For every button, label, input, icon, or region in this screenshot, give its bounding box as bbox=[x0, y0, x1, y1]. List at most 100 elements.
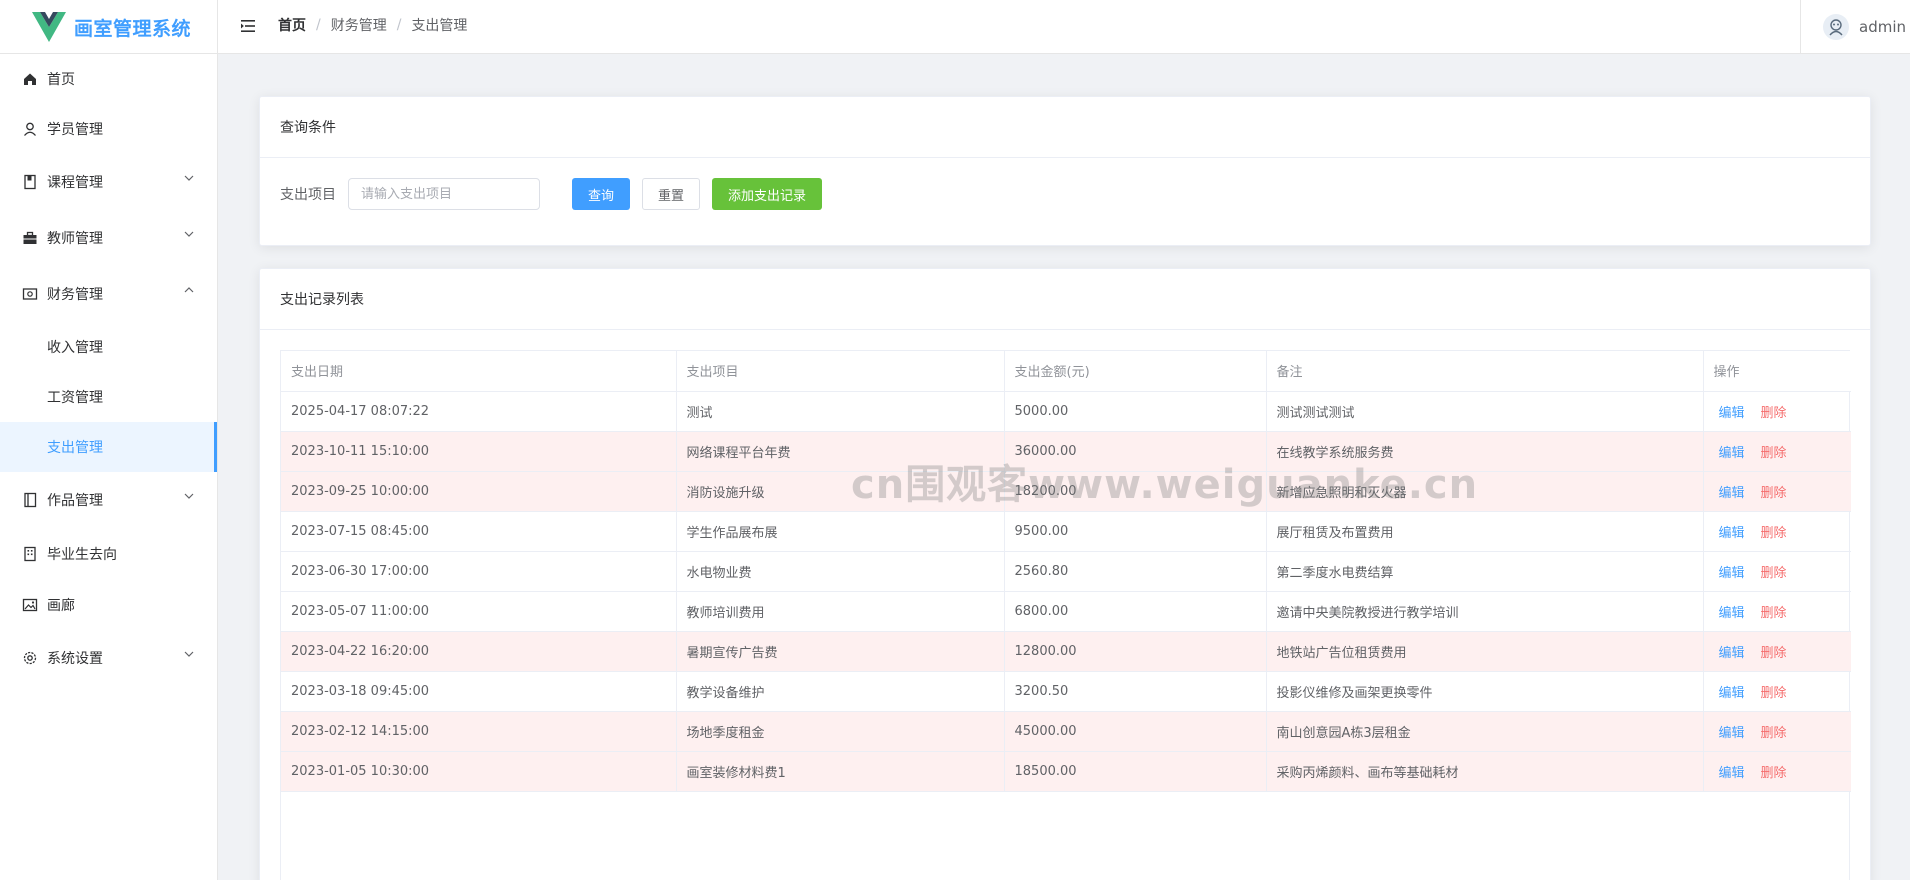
table-row: 2023-10-11 15:10:00 网络课程平台年费 36000.00 在线教学系… bbox=[281, 431, 1851, 472]
query-card-title: 查询条件 bbox=[260, 97, 1870, 158]
delete-button[interactable]: 删除 bbox=[1761, 646, 1787, 661]
table-row: 2023-04-22 16:20:00 暑期宣传广告费 12800.00 地铁站广告位… bbox=[281, 631, 1851, 672]
sidebar-item-finance[interactable]: 财务管理 bbox=[0, 266, 217, 322]
expense-item-input[interactable] bbox=[348, 178, 540, 210]
table-row: 2023-03-18 09:45:00 教学设备维护 3200.50 投影仪维修及画架… bbox=[281, 671, 1851, 712]
cell-date: 2023-09-25 10:00:00 bbox=[281, 471, 677, 512]
cell-item: 消防设施升级 bbox=[676, 471, 1005, 512]
sidebar-item-label: 支出管理 bbox=[47, 440, 103, 456]
cell-date: 2023-01-05 10:30:00 bbox=[281, 751, 677, 792]
cell-item: 学生作品展布展 bbox=[676, 511, 1005, 552]
table-row: 2023-01-05 10:30:00 画室装修材料费1 18500.00 采购丙烯颜… bbox=[281, 751, 1851, 792]
cell-actions: 编辑 删除 bbox=[1703, 511, 1851, 552]
cell-actions: 编辑 删除 bbox=[1703, 391, 1851, 432]
sidebar-item-graduates[interactable]: 毕业生去向 bbox=[0, 528, 217, 580]
edit-button[interactable]: 编辑 bbox=[1719, 726, 1745, 741]
sidebar-item-teachers[interactable]: 教师管理 bbox=[0, 210, 217, 266]
sidebar-item-label: 财务管理 bbox=[47, 287, 103, 303]
delete-button[interactable]: 删除 bbox=[1761, 686, 1787, 701]
avatar[interactable] bbox=[1823, 14, 1849, 40]
sidebar-item-label: 作品管理 bbox=[47, 493, 103, 509]
edit-button[interactable]: 编辑 bbox=[1719, 526, 1745, 541]
edit-button[interactable]: 编辑 bbox=[1719, 686, 1745, 701]
sidebar-item-students[interactable]: 学员管理 bbox=[0, 104, 217, 154]
sidebar-item-settings[interactable]: 系统设置 bbox=[0, 630, 217, 686]
cell-note: 在线教学系统服务费 bbox=[1266, 431, 1704, 472]
edit-button[interactable]: 编辑 bbox=[1719, 766, 1745, 781]
menu-toggle-icon[interactable] bbox=[238, 16, 258, 36]
chevron-down-icon bbox=[184, 651, 194, 657]
delete-button[interactable]: 删除 bbox=[1761, 766, 1787, 781]
edit-button[interactable]: 编辑 bbox=[1719, 446, 1745, 461]
home-icon bbox=[22, 71, 38, 87]
sidebar-item-works[interactable]: 作品管理 bbox=[0, 472, 217, 528]
cell-amount: 5000.00 bbox=[1004, 391, 1267, 432]
sidebar-item-label: 学员管理 bbox=[47, 122, 103, 138]
user-menu[interactable]: admin bbox=[1800, 0, 1910, 54]
cell-amount: 9500.00 bbox=[1004, 511, 1267, 552]
user-icon bbox=[22, 121, 38, 137]
column-header-date: 支出日期 bbox=[281, 351, 677, 392]
column-header-item: 支出项目 bbox=[676, 351, 1005, 392]
breadcrumb-separator: / bbox=[316, 17, 321, 33]
table-row: 2023-07-15 08:45:00 学生作品展布展 9500.00 展厅租赁及布置… bbox=[281, 511, 1851, 552]
cell-amount: 3200.50 bbox=[1004, 671, 1267, 712]
edit-button[interactable]: 编辑 bbox=[1719, 566, 1745, 581]
cell-note: 邀请中央美院教授进行教学培训 bbox=[1266, 591, 1704, 632]
sidebar-item-home[interactable]: 首页 bbox=[0, 54, 217, 104]
delete-button[interactable]: 删除 bbox=[1761, 526, 1787, 541]
cell-date: 2023-06-30 17:00:00 bbox=[281, 551, 677, 592]
cell-note: 新增应急照明和灭火器 bbox=[1266, 471, 1704, 512]
delete-button[interactable]: 删除 bbox=[1761, 446, 1787, 461]
cell-item: 画室装修材料费1 bbox=[676, 751, 1005, 792]
chevron-down-icon bbox=[184, 231, 194, 237]
edit-button[interactable]: 编辑 bbox=[1719, 406, 1745, 421]
cell-actions: 编辑 删除 bbox=[1703, 471, 1851, 512]
username[interactable]: admin bbox=[1859, 18, 1906, 36]
cell-actions: 编辑 删除 bbox=[1703, 751, 1851, 792]
edit-button[interactable]: 编辑 bbox=[1719, 606, 1745, 621]
cell-item: 测试 bbox=[676, 391, 1005, 432]
edit-button[interactable]: 编辑 bbox=[1719, 486, 1745, 501]
cell-note: 展厅租赁及布置费用 bbox=[1266, 511, 1704, 552]
table-row: 2023-06-30 17:00:00 水电物业费 2560.80 第二季度水电费结算… bbox=[281, 551, 1851, 592]
search-button[interactable]: 查询 bbox=[572, 178, 631, 210]
edit-button[interactable]: 编辑 bbox=[1719, 646, 1745, 661]
sidebar-item-salary[interactable]: 工资管理 bbox=[0, 372, 217, 422]
sidebar-item-expense[interactable]: 支出管理 bbox=[0, 422, 217, 472]
delete-button[interactable]: 删除 bbox=[1761, 726, 1787, 741]
delete-button[interactable]: 删除 bbox=[1761, 606, 1787, 621]
expense-list-card: 支出记录列表 支出日期 支出项目 支出金额(元) 备注 操作 2025-04-1… bbox=[259, 268, 1871, 880]
breadcrumb-home[interactable]: 首页 bbox=[278, 15, 306, 35]
add-expense-button[interactable]: 添加支出记录 bbox=[712, 178, 823, 210]
cell-date: 2023-03-18 09:45:00 bbox=[281, 671, 677, 712]
table-row: 2023-02-12 14:15:00 场地季度租金 45000.00 南山创意园A栋… bbox=[281, 711, 1851, 752]
cell-date: 2023-07-15 08:45:00 bbox=[281, 511, 677, 552]
reset-button[interactable]: 重置 bbox=[642, 178, 701, 210]
cell-note: 第二季度水电费结算 bbox=[1266, 551, 1704, 592]
top-header: 画室管理系统 首页 / 财务管理 / 支出管理 admin bbox=[0, 0, 1910, 54]
picture-icon bbox=[22, 597, 38, 613]
logo[interactable]: 画室管理系统 bbox=[0, 0, 218, 54]
briefcase-icon bbox=[22, 230, 38, 246]
delete-button[interactable]: 删除 bbox=[1761, 406, 1787, 421]
table-row: 2023-05-07 11:00:00 教师培训费用 6800.00 邀请中央美院教授… bbox=[281, 591, 1851, 632]
delete-button[interactable]: 删除 bbox=[1761, 566, 1787, 581]
cell-actions: 编辑 删除 bbox=[1703, 591, 1851, 632]
cell-item: 水电物业费 bbox=[676, 551, 1005, 592]
cell-note: 地铁站广告位租赁费用 bbox=[1266, 631, 1704, 672]
cell-amount: 36000.00 bbox=[1004, 431, 1267, 472]
cell-item: 教师培训费用 bbox=[676, 591, 1005, 632]
cell-amount: 18500.00 bbox=[1004, 751, 1267, 792]
sidebar-item-income[interactable]: 收入管理 bbox=[0, 322, 217, 372]
sidebar-item-courses[interactable]: 课程管理 bbox=[0, 154, 217, 210]
cell-item: 场地季度租金 bbox=[676, 711, 1005, 752]
delete-button[interactable]: 删除 bbox=[1761, 486, 1787, 501]
cell-note: 南山创意园A栋3层租金 bbox=[1266, 711, 1704, 752]
sidebar-item-label: 毕业生去向 bbox=[47, 547, 117, 563]
sidebar-item-label: 收入管理 bbox=[47, 340, 103, 356]
cell-amount: 6800.00 bbox=[1004, 591, 1267, 632]
expense-list-title: 支出记录列表 bbox=[260, 269, 1870, 330]
expense-item-label: 支出项目 bbox=[280, 187, 336, 203]
sidebar-item-gallery[interactable]: 画廊 bbox=[0, 580, 217, 630]
